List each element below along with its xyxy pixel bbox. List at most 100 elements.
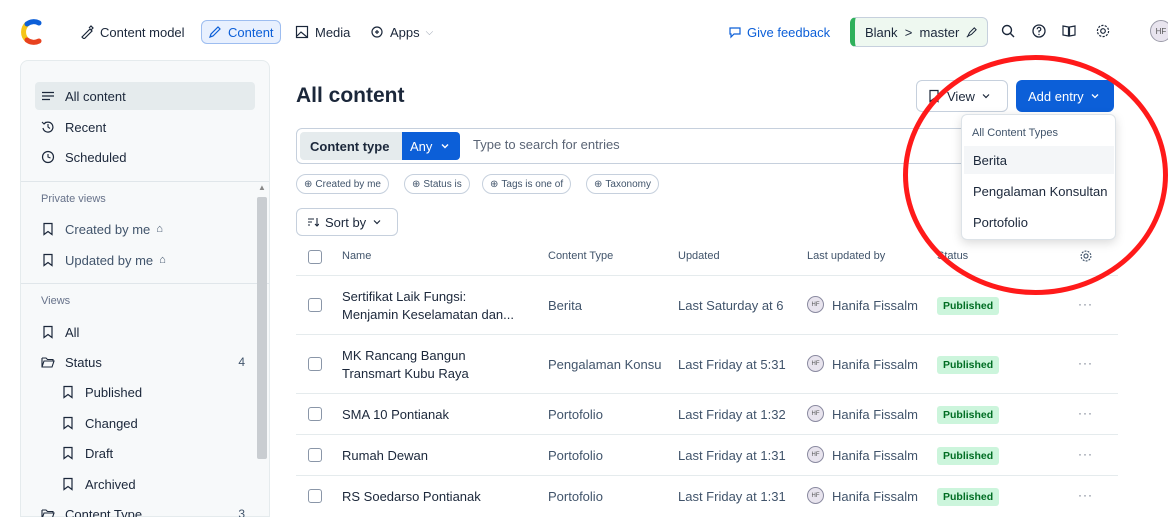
entry-name[interactable]: Sertifikat Laik Fungsi: Menjamin Keselam… [342, 288, 514, 324]
row-checkbox[interactable] [308, 489, 322, 503]
more-actions-icon[interactable]: ··· [1078, 488, 1093, 502]
filter-taxonomy[interactable]: ⊕ Taxonomy [586, 174, 659, 194]
sort-by-button[interactable]: Sort by [296, 208, 398, 236]
column-header-status[interactable]: Status [937, 250, 968, 262]
content-type-filter[interactable]: Content type Any [300, 132, 460, 160]
view-button-label: View [947, 88, 975, 104]
bookmark-icon [43, 253, 53, 267]
sidebar-item-label: Draft [85, 445, 114, 461]
sidebar-item-recent[interactable]: Recent [35, 113, 255, 141]
entry-name[interactable]: Rumah Dewan [342, 447, 428, 465]
dropdown-item-berita[interactable]: Berita [964, 146, 1114, 174]
nav-content[interactable]: Content [201, 20, 281, 44]
sidebar-item-label: Changed [85, 415, 138, 431]
more-actions-icon[interactable]: ··· [1078, 447, 1093, 461]
filter-status-is[interactable]: ⊕ Status is [404, 174, 470, 194]
book-icon[interactable] [1061, 23, 1077, 39]
nav-content-model[interactable]: Content model [80, 20, 185, 44]
status-badge: Published [937, 406, 1000, 424]
entry-content-type: Pengalaman Konsu [548, 357, 662, 372]
status-badge: Published [937, 297, 1000, 315]
bookmark-icon [63, 416, 73, 430]
contentful-logo-icon[interactable] [18, 18, 46, 46]
status-badge: Published [937, 356, 1000, 374]
row-checkbox[interactable] [308, 298, 322, 312]
sort-icon [308, 218, 319, 227]
sidebar-item-status-folder[interactable]: Status 4 [35, 348, 255, 376]
filter-created-by-me[interactable]: ⊕ Created by me [296, 174, 389, 194]
nav-apps-label: Apps [390, 24, 420, 40]
add-entry-button[interactable]: Add entry [1016, 80, 1114, 112]
entry-updated-by: Hanifa Fissalm [832, 489, 918, 504]
bookmark-icon [63, 446, 73, 460]
column-settings-gear-icon[interactable] [1079, 249, 1093, 263]
sidebar-item-changed[interactable]: Changed [55, 409, 255, 437]
filter-tags-is-one-of[interactable]: ⊕ Tags is one of [482, 174, 572, 194]
sidebar-item-archived[interactable]: Archived [55, 470, 255, 498]
row-checkbox[interactable] [308, 407, 322, 421]
rocket-icon [966, 26, 978, 38]
bookmark-icon [63, 477, 73, 491]
entry-name[interactable]: RS Soedarso Pontianak [342, 488, 481, 506]
entry-updated-by: Hanifa Fissalm [832, 298, 918, 313]
search-input[interactable] [473, 137, 893, 152]
entry-name-line: Menjamin Keselamatan dan... [342, 307, 514, 322]
user-avatar: HF [807, 487, 824, 504]
sidebar-item-draft[interactable]: Draft [55, 439, 255, 467]
clock-icon [41, 150, 55, 164]
help-icon[interactable] [1031, 23, 1047, 39]
top-navbar: Content model Content Media Apps ⌵ Give … [0, 0, 1168, 60]
column-header-content-type[interactable]: Content Type [548, 250, 613, 262]
row-checkbox[interactable] [308, 357, 322, 371]
nav-media[interactable]: Media [295, 20, 350, 44]
row-checkbox[interactable] [308, 448, 322, 462]
more-actions-icon[interactable]: ··· [1078, 297, 1093, 311]
sidebar-item-all[interactable]: All [35, 318, 255, 346]
more-actions-icon[interactable]: ··· [1078, 356, 1093, 370]
content-type-select[interactable]: Any [402, 132, 460, 160]
environment-label: Blank > master [865, 24, 960, 40]
sidebar-item-all-content[interactable]: All content [35, 82, 255, 110]
chevron-down-icon: ⌵ [425, 26, 434, 38]
more-actions-icon[interactable]: ··· [1078, 406, 1093, 420]
dropdown-item-pengalaman-konsultan[interactable]: Pengalaman Konsultan [964, 177, 1114, 205]
status-badge: Published [937, 488, 1000, 506]
filter-label: Created by me [315, 178, 381, 190]
sidebar-item-published[interactable]: Published [55, 378, 255, 406]
entry-updated-by: Hanifa Fissalm [832, 448, 918, 463]
plus-circle-icon: ⊕ [304, 178, 313, 190]
bookmark-icon [63, 385, 73, 399]
pencil-ruler-icon [81, 25, 94, 39]
select-all-checkbox[interactable] [308, 250, 322, 264]
user-avatar[interactable]: HF [1150, 20, 1168, 42]
sidebar-item-created-by-me[interactable]: Created by me ⌂ [35, 215, 255, 243]
column-header-name[interactable]: Name [342, 250, 371, 262]
give-feedback-button[interactable]: Give feedback [728, 20, 830, 44]
search-icon[interactable] [1000, 23, 1016, 39]
gear-icon[interactable] [1095, 23, 1111, 39]
sidebar-item-label: All [65, 324, 80, 340]
nav-apps[interactable]: Apps ⌵ [370, 20, 433, 44]
sidebar-item-scheduled[interactable]: Scheduled [35, 143, 255, 171]
column-header-last-updated-by[interactable]: Last updated by [807, 250, 885, 262]
apps-icon [371, 26, 383, 38]
add-entry-label: Add entry [1028, 88, 1084, 104]
sidebar-item-content-type-folder[interactable]: Content Type 3 [35, 500, 255, 517]
environment-switcher[interactable]: Blank > master [850, 17, 988, 47]
scroll-up-arrow-icon[interactable]: ▲ [258, 183, 266, 192]
status-badge: Published [937, 447, 1000, 465]
sidebar-item-label: Status [65, 354, 102, 370]
view-button[interactable]: View [916, 80, 1008, 112]
entry-name[interactable]: MK Rancang Bangun Transmart Kubu Raya [342, 347, 469, 383]
user-avatar: HF [807, 446, 824, 463]
dropdown-item-portofolio[interactable]: Portofolio [964, 208, 1114, 236]
chevron-down-icon [982, 94, 990, 99]
sidebar-divider [21, 181, 269, 182]
column-header-updated[interactable]: Updated [678, 250, 720, 262]
content-type-label: Content type [310, 139, 390, 154]
sidebar-item-updated-by-me[interactable]: Updated by me ⌂ [35, 246, 255, 274]
entry-updated: Last Friday at 1:31 [678, 489, 786, 504]
sidebar-scrollbar[interactable] [257, 197, 267, 459]
status-count: 4 [238, 355, 245, 369]
entry-name[interactable]: SMA 10 Pontianak [342, 406, 449, 424]
